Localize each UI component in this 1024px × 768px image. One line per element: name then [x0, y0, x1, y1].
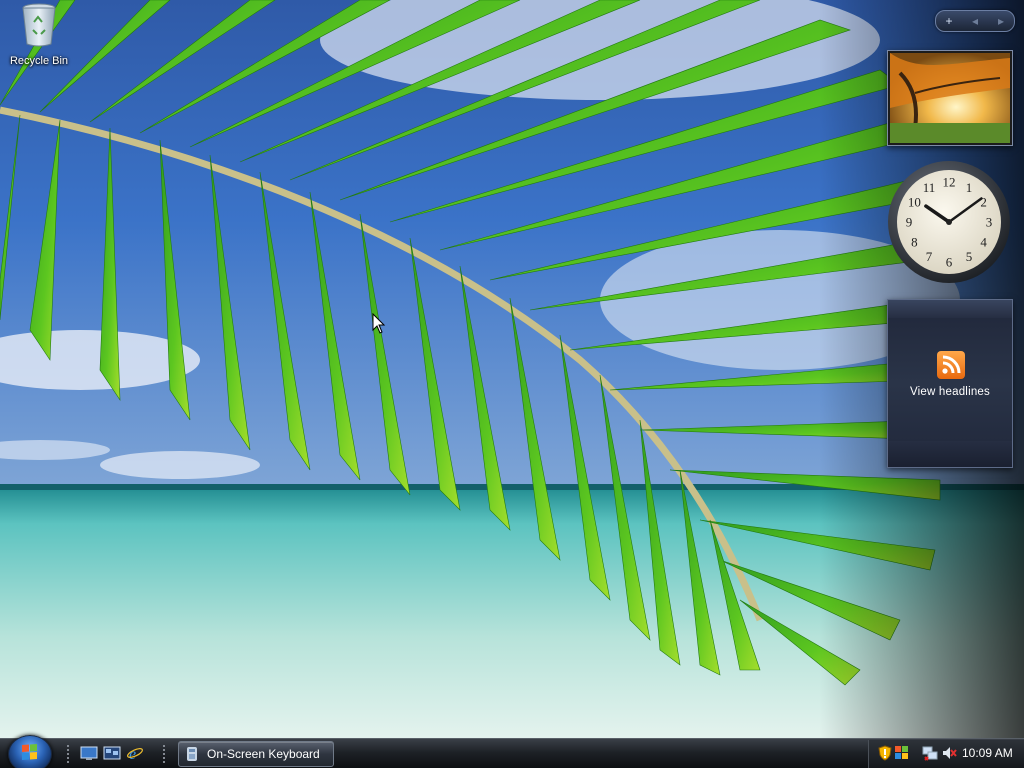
taskbar-grip[interactable]: [162, 744, 166, 764]
clock-numeral: 4: [980, 235, 987, 250]
clock-numeral: 11: [923, 180, 936, 195]
recycle-bin-icon: [22, 3, 56, 47]
rss-icon: [937, 351, 965, 379]
slideshow-photo: [890, 53, 1010, 143]
clock-numeral: 9: [906, 215, 913, 230]
switch-windows-icon[interactable]: [103, 745, 121, 761]
clock-numeral: 3: [986, 215, 993, 230]
security-shield-icon[interactable]: [877, 745, 893, 761]
taskbar-grip[interactable]: [66, 744, 70, 764]
clock-numeral: 6: [946, 255, 953, 270]
clock-gadget[interactable]: 12 1 2 3 4 5 6 7 8 9 10 11: [887, 160, 1011, 284]
desktop-icon-recycle-bin[interactable]: Recycle Bin: [4, 2, 74, 67]
keyboard-icon: [186, 747, 198, 761]
desktop-wallpaper: [0, 0, 1024, 738]
previous-page-button[interactable]: ◂: [965, 12, 985, 30]
slideshow-gadget[interactable]: [887, 50, 1013, 146]
add-gadget-button[interactable]: +: [939, 12, 959, 30]
svg-text:e: e: [129, 746, 136, 761]
system-tray: 10:09 AM: [868, 740, 1024, 768]
clock-numeral: 7: [926, 249, 933, 264]
clock-numeral: 12: [943, 175, 956, 190]
gadget-header: [888, 300, 1012, 318]
clock-numeral: 8: [911, 235, 918, 250]
start-button[interactable]: [8, 735, 52, 768]
volume-muted-icon[interactable]: [941, 745, 957, 761]
windows-logo-icon: [22, 743, 37, 760]
clock-numeral: 5: [966, 249, 973, 264]
taskbar-button-label: On-Screen Keyboard: [207, 747, 320, 761]
clock-time[interactable]: 10:09 AM: [962, 746, 1013, 760]
sidebar-controls: + ◂ ▸: [935, 10, 1015, 32]
clock-numeral: 10: [908, 195, 921, 210]
view-headlines-link[interactable]: View headlines: [888, 386, 1012, 398]
clock-numeral: 2: [980, 195, 987, 210]
gadget-footer: [888, 441, 1012, 467]
taskbar-button-on-screen-keyboard[interactable]: On-Screen Keyboard: [178, 741, 334, 767]
mouse-cursor: [372, 312, 386, 340]
next-page-button[interactable]: ▸: [991, 12, 1011, 30]
network-icon[interactable]: [922, 745, 938, 761]
windows-update-icon[interactable]: [894, 745, 910, 761]
internet-explorer-icon[interactable]: e: [126, 745, 144, 763]
clock-numeral: 1: [966, 180, 973, 195]
show-desktop-icon[interactable]: [80, 745, 98, 761]
feed-headlines-gadget[interactable]: View headlines: [887, 299, 1013, 468]
desktop-icon-label: Recycle Bin: [9, 55, 69, 67]
